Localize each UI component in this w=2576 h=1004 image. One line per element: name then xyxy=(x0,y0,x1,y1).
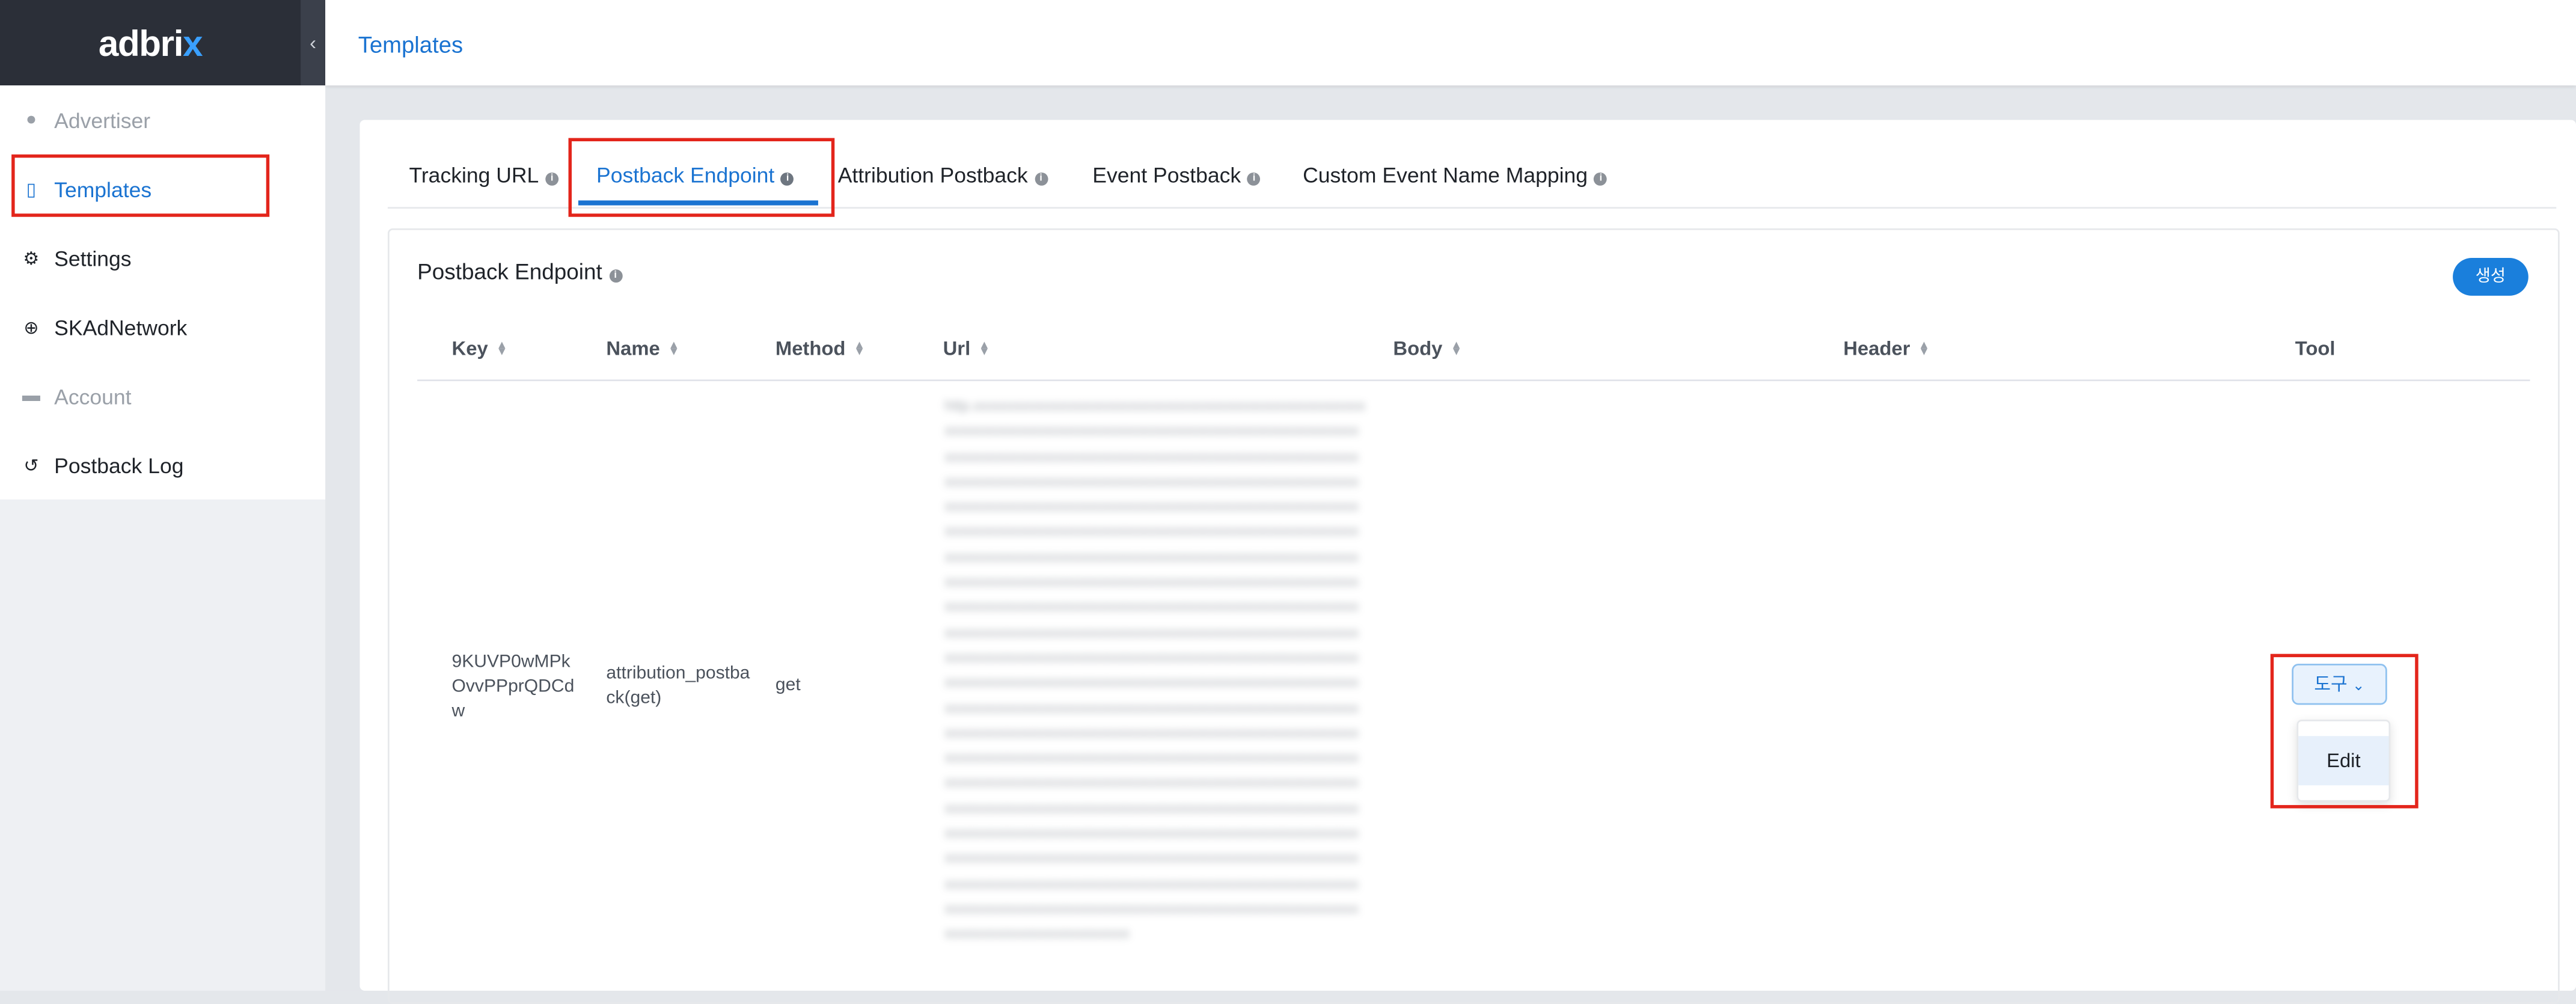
column-header-label: Header xyxy=(1843,337,1911,360)
table-header: Key ▲ ▼ Name ▲ ▼ Method ▲ ▼ Url ▲ ▼ Body ▲ ▼ Heade… xyxy=(417,327,2530,382)
sidebar-menu: ● Advertiser ▯ Templates ⚙ Settings ⊕ SK… xyxy=(0,85,326,500)
sort-icon: ▲ ▼ xyxy=(854,340,866,358)
sidebar-item-settings[interactable]: ⚙ Settings xyxy=(0,224,325,293)
sidebar-item-label: SKAdNetwork xyxy=(54,314,188,340)
tab-label: Attribution Postback xyxy=(837,162,1028,188)
logo-accent: x xyxy=(183,23,203,64)
clipboard-icon: ▯ xyxy=(26,180,37,200)
tab-custom-event-name-mapping[interactable]: Custom Event Name Mapping i xyxy=(1303,153,1608,207)
section-title: Postback Endpoint i xyxy=(417,260,622,284)
sort-icon: ▲ ▼ xyxy=(1451,340,1463,358)
tab-postback-endpoint[interactable]: Postback Endpoint i xyxy=(596,153,795,207)
tab-label: Postback Endpoint xyxy=(596,162,775,188)
gear-icon: ⚙ xyxy=(23,249,40,269)
info-icon: i xyxy=(1247,172,1261,186)
column-header-label: Key xyxy=(451,337,488,360)
history-icon: ↺ xyxy=(23,456,39,476)
info-icon: i xyxy=(608,269,622,283)
tab-label: Tracking URL xyxy=(409,162,539,188)
tab-event-postback[interactable]: Event Postback i xyxy=(1092,153,1261,207)
active-tab-indicator xyxy=(578,200,818,206)
sidebar-item-skadnetwork[interactable]: ⊕ SKAdNetwork xyxy=(0,292,325,361)
sidebar-item-label: Settings xyxy=(54,245,132,271)
cell-key: 9KUVP0wMPkOvvPPprQDCdw xyxy=(451,652,575,721)
section-title-text: Postback Endpoint xyxy=(417,259,602,284)
column-header-label: Tool xyxy=(2295,337,2336,360)
info-icon: i xyxy=(781,172,795,186)
tab-attribution-postback[interactable]: Attribution Postback i xyxy=(838,153,1048,207)
info-icon: i xyxy=(1594,172,1608,186)
sort-icon: ▲ ▼ xyxy=(668,340,680,358)
column-header-label: Body xyxy=(1393,337,1443,360)
logo-bar: adbrix ‹ xyxy=(0,0,326,86)
chevron-down-icon: ⌄ xyxy=(2352,676,2365,694)
column-header-label: Method xyxy=(775,337,846,360)
tab-label: Custom Event Name Mapping xyxy=(1303,162,1588,188)
info-icon: i xyxy=(545,172,559,186)
create-button[interactable]: 생성 xyxy=(2453,258,2529,296)
column-header-method[interactable]: Method ▲ ▼ xyxy=(776,327,865,379)
sort-icon: ▲ ▼ xyxy=(978,340,990,358)
column-header-body[interactable]: Body ▲ ▼ xyxy=(1393,327,1462,379)
sidebar-item-label: Postback Log xyxy=(54,452,184,477)
logo[interactable]: adbrix xyxy=(0,0,301,85)
sidebar-item-templates[interactable]: ▯ Templates xyxy=(0,155,325,224)
column-header-key[interactable]: Key ▲ ▼ xyxy=(452,327,508,379)
app-frame: adbrix ‹ ● Advertiser ▯ Templates ⚙ Sett… xyxy=(0,0,2576,1004)
cell-name: attribution_postback(get) xyxy=(606,664,750,708)
column-header-url[interactable]: Url ▲ ▼ xyxy=(943,327,990,379)
sidebar-item-label: Templates xyxy=(54,176,152,201)
top-bar: Templates xyxy=(325,0,2576,86)
column-header-header[interactable]: Header ▲ ▼ xyxy=(1843,327,1930,379)
sort-icon: ▲ ▼ xyxy=(496,340,508,358)
user-icon: ● xyxy=(25,110,37,130)
sidebar-item-account[interactable]: ▬ Account xyxy=(0,361,325,430)
briefcase-icon: ▬ xyxy=(22,386,40,406)
edit-menu-item[interactable]: Edit xyxy=(2298,736,2389,786)
page-title: Templates xyxy=(358,31,463,58)
tool-dropdown-menu: Edit xyxy=(2296,719,2391,802)
sidebar-collapse-button[interactable]: ‹ xyxy=(301,0,326,86)
cell-method: get xyxy=(775,675,801,695)
sidebar-item-label: Account xyxy=(54,384,132,409)
tab-bar: Tracking URL i Postback Endpoint i Attribu… xyxy=(387,153,2557,209)
sidebar-item-postback-log[interactable]: ↺ Postback Log xyxy=(0,430,325,500)
tool-dropdown-button[interactable]: 도구 ⌄ xyxy=(2292,664,2387,705)
tab-label: Event Postback xyxy=(1092,162,1241,188)
chevron-left-icon: ‹ xyxy=(310,31,317,55)
tool-button-label: 도구 xyxy=(2314,675,2348,695)
sidebar: adbrix ‹ ● Advertiser ▯ Templates ⚙ Sett… xyxy=(0,0,326,991)
sidebar-item-advertiser[interactable]: ● Advertiser xyxy=(0,85,325,155)
column-header-tool: Tool xyxy=(2295,327,2336,379)
info-icon: i xyxy=(1034,172,1048,186)
column-header-label: Url xyxy=(943,337,971,360)
cell-url-redacted: http.xxxxxxxxxxxxxxxxxxxxxxxxxxxxxxxxxxx… xyxy=(944,397,1365,942)
logo-text: adbri xyxy=(98,23,184,64)
tab-tracking-url[interactable]: Tracking URL i xyxy=(409,153,559,207)
sidebar-item-label: Advertiser xyxy=(54,107,151,132)
column-header-name[interactable]: Name ▲ ▼ xyxy=(606,327,679,379)
sort-icon: ▲ ▼ xyxy=(1918,340,1930,358)
main-card: Tracking URL i Postback Endpoint i Attribu… xyxy=(359,120,2576,1004)
network-icon: ⊕ xyxy=(23,317,39,338)
column-header-label: Name xyxy=(606,337,660,360)
postback-endpoint-panel: Postback Endpoint i 생성 Key ▲ ▼ Name ▲ ▼ Metho… xyxy=(387,228,2560,1004)
